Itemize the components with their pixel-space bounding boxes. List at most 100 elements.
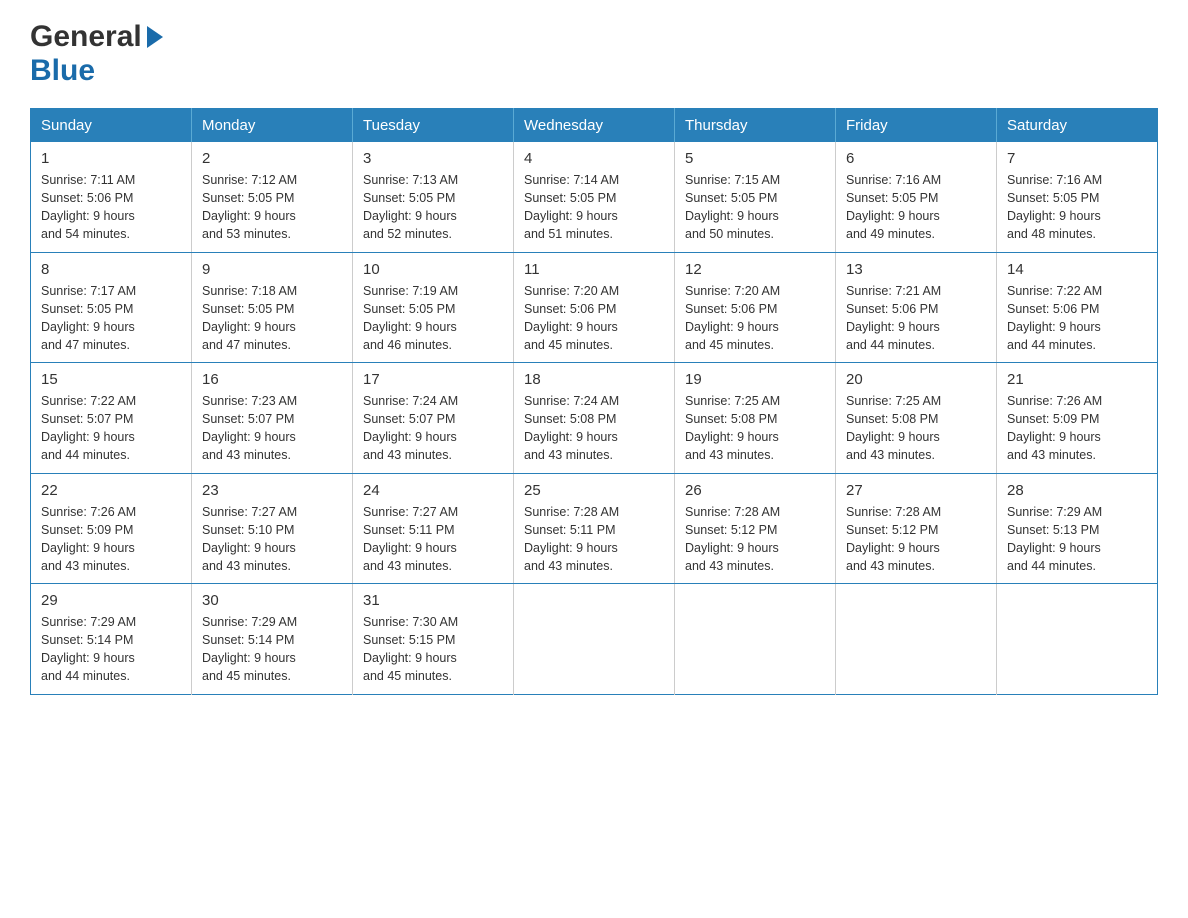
day-info: Sunrise: 7:19 AMSunset: 5:05 PMDaylight:… [363, 284, 458, 352]
day-info: Sunrise: 7:29 AMSunset: 5:14 PMDaylight:… [202, 615, 297, 683]
weekday-header-friday: Friday [836, 109, 997, 143]
day-info: Sunrise: 7:22 AMSunset: 5:06 PMDaylight:… [1007, 284, 1102, 352]
day-number: 7 [1007, 150, 1147, 167]
calendar-cell: 19 Sunrise: 7:25 AMSunset: 5:08 PMDaylig… [675, 363, 836, 474]
calendar-week-row-3: 15 Sunrise: 7:22 AMSunset: 5:07 PMDaylig… [31, 363, 1158, 474]
day-info: Sunrise: 7:28 AMSunset: 5:12 PMDaylight:… [685, 505, 780, 573]
calendar-cell: 28 Sunrise: 7:29 AMSunset: 5:13 PMDaylig… [997, 473, 1158, 584]
day-info: Sunrise: 7:29 AMSunset: 5:14 PMDaylight:… [41, 615, 136, 683]
day-number: 16 [202, 371, 342, 388]
weekday-header-row: SundayMondayTuesdayWednesdayThursdayFrid… [31, 109, 1158, 143]
calendar-cell: 25 Sunrise: 7:28 AMSunset: 5:11 PMDaylig… [514, 473, 675, 584]
day-info: Sunrise: 7:17 AMSunset: 5:05 PMDaylight:… [41, 284, 136, 352]
day-info: Sunrise: 7:28 AMSunset: 5:12 PMDaylight:… [846, 505, 941, 573]
calendar-cell: 11 Sunrise: 7:20 AMSunset: 5:06 PMDaylig… [514, 252, 675, 363]
day-number: 26 [685, 482, 825, 499]
day-info: Sunrise: 7:20 AMSunset: 5:06 PMDaylight:… [685, 284, 780, 352]
weekday-header-sunday: Sunday [31, 109, 192, 143]
day-number: 29 [41, 592, 181, 609]
calendar-cell: 1 Sunrise: 7:11 AMSunset: 5:06 PMDayligh… [31, 142, 192, 252]
day-number: 10 [363, 261, 503, 278]
calendar-cell: 2 Sunrise: 7:12 AMSunset: 5:05 PMDayligh… [192, 142, 353, 252]
calendar-cell: 17 Sunrise: 7:24 AMSunset: 5:07 PMDaylig… [353, 363, 514, 474]
day-info: Sunrise: 7:14 AMSunset: 5:05 PMDaylight:… [524, 173, 619, 241]
day-number: 18 [524, 371, 664, 388]
calendar-week-row-1: 1 Sunrise: 7:11 AMSunset: 5:06 PMDayligh… [31, 142, 1158, 252]
day-info: Sunrise: 7:23 AMSunset: 5:07 PMDaylight:… [202, 394, 297, 462]
day-info: Sunrise: 7:30 AMSunset: 5:15 PMDaylight:… [363, 615, 458, 683]
day-number: 17 [363, 371, 503, 388]
day-number: 20 [846, 371, 986, 388]
weekday-header-thursday: Thursday [675, 109, 836, 143]
calendar-cell: 31 Sunrise: 7:30 AMSunset: 5:15 PMDaylig… [353, 584, 514, 695]
day-info: Sunrise: 7:11 AMSunset: 5:06 PMDaylight:… [41, 173, 135, 241]
day-info: Sunrise: 7:12 AMSunset: 5:05 PMDaylight:… [202, 173, 297, 241]
calendar-cell: 29 Sunrise: 7:29 AMSunset: 5:14 PMDaylig… [31, 584, 192, 695]
day-info: Sunrise: 7:21 AMSunset: 5:06 PMDaylight:… [846, 284, 941, 352]
calendar-cell: 8 Sunrise: 7:17 AMSunset: 5:05 PMDayligh… [31, 252, 192, 363]
day-info: Sunrise: 7:25 AMSunset: 5:08 PMDaylight:… [685, 394, 780, 462]
logo-blue: Blue [30, 54, 95, 87]
calendar-cell: 27 Sunrise: 7:28 AMSunset: 5:12 PMDaylig… [836, 473, 997, 584]
day-number: 4 [524, 150, 664, 167]
day-number: 19 [685, 371, 825, 388]
calendar-cell: 26 Sunrise: 7:28 AMSunset: 5:12 PMDaylig… [675, 473, 836, 584]
calendar-cell: 6 Sunrise: 7:16 AMSunset: 5:05 PMDayligh… [836, 142, 997, 252]
calendar-week-row-4: 22 Sunrise: 7:26 AMSunset: 5:09 PMDaylig… [31, 473, 1158, 584]
day-number: 15 [41, 371, 181, 388]
day-number: 25 [524, 482, 664, 499]
day-info: Sunrise: 7:13 AMSunset: 5:05 PMDaylight:… [363, 173, 458, 241]
day-number: 8 [41, 261, 181, 278]
calendar-cell: 22 Sunrise: 7:26 AMSunset: 5:09 PMDaylig… [31, 473, 192, 584]
day-number: 9 [202, 261, 342, 278]
weekday-header-saturday: Saturday [997, 109, 1158, 143]
calendar-cell: 7 Sunrise: 7:16 AMSunset: 5:05 PMDayligh… [997, 142, 1158, 252]
day-info: Sunrise: 7:27 AMSunset: 5:10 PMDaylight:… [202, 505, 297, 573]
day-number: 27 [846, 482, 986, 499]
day-info: Sunrise: 7:25 AMSunset: 5:08 PMDaylight:… [846, 394, 941, 462]
day-number: 21 [1007, 371, 1147, 388]
day-number: 24 [363, 482, 503, 499]
day-number: 22 [41, 482, 181, 499]
day-info: Sunrise: 7:28 AMSunset: 5:11 PMDaylight:… [524, 505, 619, 573]
weekday-header-monday: Monday [192, 109, 353, 143]
day-info: Sunrise: 7:15 AMSunset: 5:05 PMDaylight:… [685, 173, 780, 241]
day-info: Sunrise: 7:27 AMSunset: 5:11 PMDaylight:… [363, 505, 458, 573]
day-number: 6 [846, 150, 986, 167]
day-info: Sunrise: 7:20 AMSunset: 5:06 PMDaylight:… [524, 284, 619, 352]
calendar-cell: 10 Sunrise: 7:19 AMSunset: 5:05 PMDaylig… [353, 252, 514, 363]
calendar-cell [836, 584, 997, 695]
day-info: Sunrise: 7:26 AMSunset: 5:09 PMDaylight:… [41, 505, 136, 573]
logo-general: General [30, 20, 142, 54]
calendar-cell: 5 Sunrise: 7:15 AMSunset: 5:05 PMDayligh… [675, 142, 836, 252]
calendar-cell [997, 584, 1158, 695]
weekday-header-tuesday: Tuesday [353, 109, 514, 143]
day-number: 3 [363, 150, 503, 167]
logo: General Blue [30, 20, 163, 88]
calendar-cell: 15 Sunrise: 7:22 AMSunset: 5:07 PMDaylig… [31, 363, 192, 474]
logo-arrow-icon [145, 26, 163, 53]
day-info: Sunrise: 7:26 AMSunset: 5:09 PMDaylight:… [1007, 394, 1102, 462]
calendar-cell: 3 Sunrise: 7:13 AMSunset: 5:05 PMDayligh… [353, 142, 514, 252]
day-number: 23 [202, 482, 342, 499]
calendar-week-row-2: 8 Sunrise: 7:17 AMSunset: 5:05 PMDayligh… [31, 252, 1158, 363]
calendar-cell: 21 Sunrise: 7:26 AMSunset: 5:09 PMDaylig… [997, 363, 1158, 474]
page-header: General Blue [30, 20, 1158, 88]
calendar-cell: 30 Sunrise: 7:29 AMSunset: 5:14 PMDaylig… [192, 584, 353, 695]
day-number: 1 [41, 150, 181, 167]
calendar-cell [514, 584, 675, 695]
day-info: Sunrise: 7:24 AMSunset: 5:08 PMDaylight:… [524, 394, 619, 462]
calendar-cell: 20 Sunrise: 7:25 AMSunset: 5:08 PMDaylig… [836, 363, 997, 474]
day-number: 2 [202, 150, 342, 167]
weekday-header-wednesday: Wednesday [514, 109, 675, 143]
day-number: 14 [1007, 261, 1147, 278]
calendar-cell: 12 Sunrise: 7:20 AMSunset: 5:06 PMDaylig… [675, 252, 836, 363]
calendar-cell: 4 Sunrise: 7:14 AMSunset: 5:05 PMDayligh… [514, 142, 675, 252]
calendar-cell: 13 Sunrise: 7:21 AMSunset: 5:06 PMDaylig… [836, 252, 997, 363]
calendar-cell: 9 Sunrise: 7:18 AMSunset: 5:05 PMDayligh… [192, 252, 353, 363]
calendar-week-row-5: 29 Sunrise: 7:29 AMSunset: 5:14 PMDaylig… [31, 584, 1158, 695]
day-info: Sunrise: 7:29 AMSunset: 5:13 PMDaylight:… [1007, 505, 1102, 573]
day-number: 12 [685, 261, 825, 278]
day-number: 11 [524, 261, 664, 278]
calendar-cell: 16 Sunrise: 7:23 AMSunset: 5:07 PMDaylig… [192, 363, 353, 474]
